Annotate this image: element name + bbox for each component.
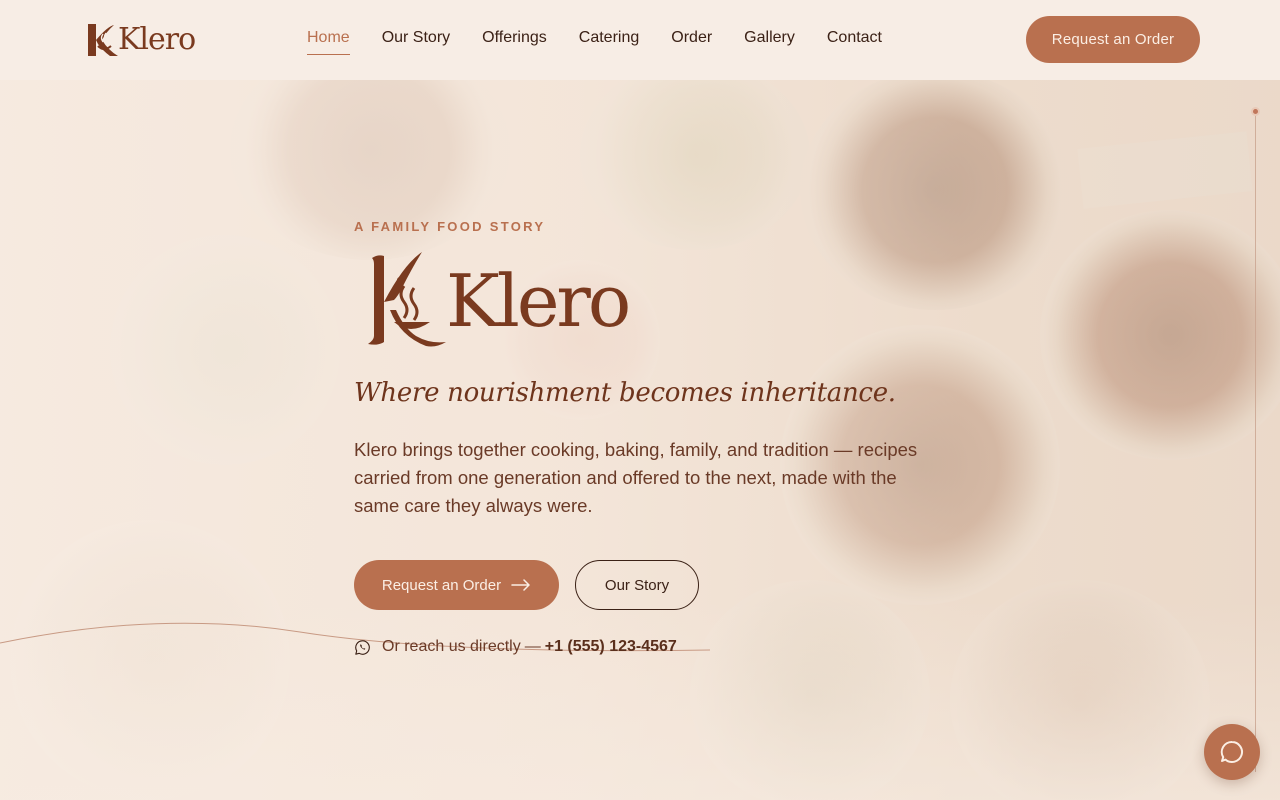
- hero-eyebrow: A FAMILY FOOD STORY: [354, 219, 546, 234]
- nav-item-catering[interactable]: Catering: [579, 29, 639, 55]
- scroll-progress-indicator[interactable]: [1251, 107, 1260, 116]
- whatsapp-icon: [355, 639, 370, 655]
- hero-description: Klero brings together cooking, baking, f…: [354, 439, 918, 516]
- site-header: Klero Home Our Story Offerings Catering …: [0, 0, 1280, 80]
- request-order-button[interactable]: Request an Order: [354, 560, 559, 610]
- our-story-button[interactable]: Our Story: [575, 560, 699, 610]
- nav-item-home[interactable]: Home: [307, 29, 350, 55]
- brand-logo[interactable]: Klero: [84, 22, 196, 58]
- reach-separator: —: [524, 638, 541, 655]
- nav-item-contact[interactable]: Contact: [827, 29, 882, 55]
- hero-tagline: Where nourishment becomes inheritance.: [354, 378, 896, 408]
- main-nav: Home Our Story Offerings Catering Order …: [307, 29, 914, 55]
- hero-section: A FAMILY FOOD STORY Klero Where nourishm…: [0, 80, 1280, 800]
- request-order-label: Request an Order: [381, 576, 502, 594]
- nav-item-offerings[interactable]: Offerings: [482, 29, 547, 55]
- nav-item-gallery[interactable]: Gallery: [744, 29, 795, 55]
- hero-logo-wordmark: Klero: [446, 259, 631, 343]
- klero-steam-bowl-icon: [368, 252, 446, 347]
- chat-bubble-icon: [1220, 740, 1243, 763]
- hero-logo: Klero: [360, 250, 631, 352]
- phone-number-link[interactable]: +1 (555) 123-4567: [545, 638, 677, 656]
- nav-item-order[interactable]: Order: [671, 29, 712, 55]
- reach-prefix: Or reach us directly: [382, 638, 521, 655]
- header-request-order-button[interactable]: Request an Order: [1026, 16, 1200, 63]
- brand-name: Klero: [118, 22, 196, 57]
- chat-button[interactable]: [1204, 724, 1260, 780]
- direct-contact: Or reach us directly — +1 (555) 123-4567: [354, 638, 677, 656]
- nav-item-our-story[interactable]: Our Story: [382, 29, 450, 55]
- scroll-progress-track: [1255, 112, 1256, 772]
- arrow-right-icon: [511, 579, 530, 591]
- klero-steam-bowl-icon: [88, 24, 118, 56]
